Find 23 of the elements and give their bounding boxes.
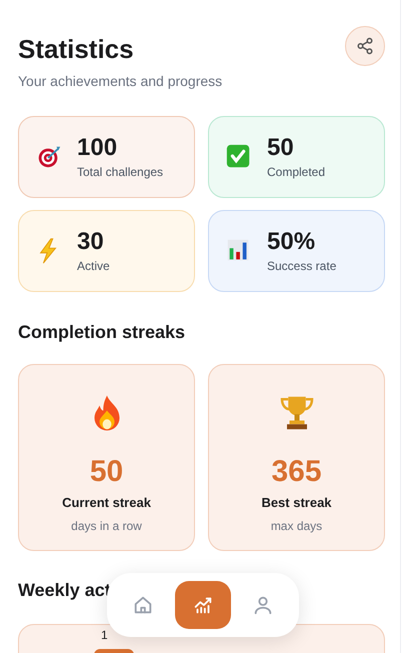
stat-label: Total challenges <box>77 164 164 180</box>
streak-label: Best streak <box>261 494 332 512</box>
streak-caption: max days <box>270 518 322 534</box>
nav-tab[interactable] <box>175 581 231 629</box>
section-title: Completion streaks <box>18 321 186 344</box>
stat-label: Success rate <box>267 258 336 274</box>
streak-value: 365 <box>271 455 322 489</box>
streak-caption: days in a row <box>71 518 142 534</box>
stat-value: 30 <box>77 228 105 256</box>
streak-label: Current streak <box>62 494 151 512</box>
page-title: Statistics <box>18 33 134 66</box>
page-subtitle: Your achievements and progress <box>18 72 224 91</box>
bar-value-label: 1 <box>101 627 108 644</box>
share-icon <box>356 37 374 55</box>
stat-value: 50 <box>267 134 295 162</box>
stat-value: 50% <box>267 228 316 256</box>
person-icon <box>252 594 274 616</box>
share-button[interactable] <box>345 26 385 66</box>
home-icon <box>132 594 154 616</box>
stat-value: 100 <box>77 134 118 162</box>
streak-value: 50 <box>90 455 124 489</box>
stat-label: Active <box>77 258 110 274</box>
stat-label: Completed <box>267 164 326 180</box>
